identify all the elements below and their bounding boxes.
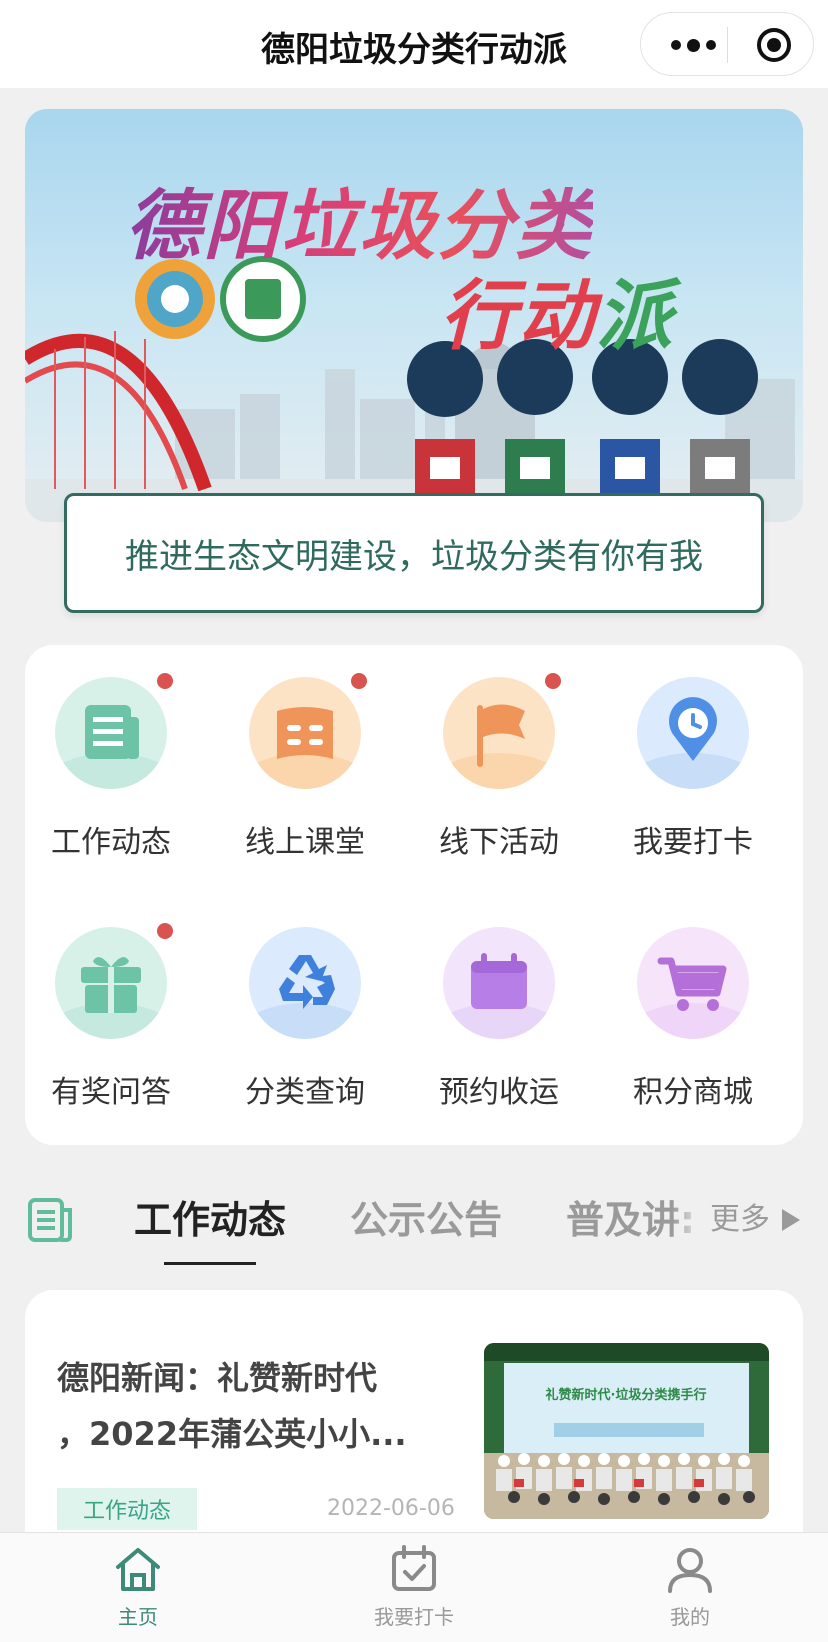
news-list-item[interactable]: 德阳新闻：礼赞新时代 ，2022年蒲公英小小... 工作动态 2022-06-0…: [25, 1290, 803, 1570]
feature-grid: 工作动态 线上课堂 线下活动 我要打卡 有奖问答 分类查询 预约收运 积分商城: [25, 645, 803, 1145]
grid-item-offline-activity[interactable]: 线下活动: [413, 645, 607, 865]
news-section-icon: [28, 1198, 72, 1242]
nav-bar: 德阳垃圾分类行动派: [0, 0, 828, 88]
recycle-icon: [249, 927, 361, 1039]
cart-icon: [637, 927, 749, 1039]
news-icon: [55, 677, 167, 789]
grid-item-check-in[interactable]: 我要打卡: [607, 645, 801, 865]
grid-item-label: 积分商城: [633, 1075, 753, 1110]
miniprogram-capsule: [640, 12, 814, 76]
grid-item-category-search[interactable]: 分类查询: [219, 895, 413, 1115]
notification-dot: [351, 673, 367, 689]
grid-item-online-class[interactable]: 线上课堂: [219, 645, 413, 865]
news-thumbnail: 礼赞新时代·垃圾分类携手行: [484, 1343, 769, 1519]
tabbar-check-in[interactable]: 我要打卡: [344, 1533, 484, 1642]
calendar-icon: [443, 927, 555, 1039]
bottom-tab-bar: 主页 我要打卡 我的: [0, 1532, 828, 1642]
notification-dot: [545, 673, 561, 689]
more-button[interactable]: 更多: [672, 1180, 828, 1260]
capsule-separator: [727, 27, 728, 63]
close-miniprogram-icon[interactable]: [755, 26, 793, 64]
tab-public-notice[interactable]: 公示公告: [350, 1180, 502, 1270]
grid-item-label: 有奖问答: [51, 1075, 171, 1110]
grid-item-label: 分类查询: [245, 1075, 365, 1110]
grid-item-label: 线上课堂: [245, 825, 365, 860]
tabbar-label: 我要打卡: [374, 1605, 454, 1629]
more-icon[interactable]: [663, 27, 723, 63]
user-icon: [668, 1548, 712, 1593]
news-category-tag: 工作动态: [57, 1488, 197, 1530]
grid-item-label: 线下活动: [439, 825, 559, 860]
more-label: 更多: [710, 1202, 770, 1237]
tabbar-label: 主页: [118, 1605, 158, 1629]
book-icon: [249, 677, 361, 789]
banner-title-line2: 行动派: [440, 254, 674, 364]
news-title: 德阳新闻：礼赞新时代 ，2022年蒲公英小小...: [57, 1350, 437, 1462]
news-title-line1: 德阳新闻：礼赞新时代: [57, 1359, 378, 1397]
thumb-caption: 礼赞新时代·垃圾分类携手行: [546, 1387, 707, 1403]
location-clock-icon: [637, 677, 749, 789]
tab-work-news[interactable]: 工作动态: [134, 1180, 286, 1270]
calendar-check-icon: [392, 1545, 436, 1591]
arrow-right-icon: [782, 1209, 800, 1231]
grid-item-label: 我要打卡: [633, 825, 753, 860]
notification-dot: [157, 673, 173, 689]
grid-item-quiz[interactable]: 有奖问答: [25, 895, 219, 1115]
tabbar-profile[interactable]: 我的: [620, 1533, 760, 1642]
grid-item-pickup-booking[interactable]: 预约收运: [413, 895, 607, 1115]
news-tabs: 工作动态 公示公告 普及讲: 更多: [0, 1180, 828, 1270]
news-title-line2: ，2022年蒲公英小小...: [57, 1415, 407, 1453]
gift-icon: [55, 927, 167, 1039]
banner-carousel[interactable]: 德阳垃圾分类 行动派: [25, 109, 803, 522]
grid-item-label: 预约收运: [439, 1075, 559, 1110]
news-date: 2022-06-06: [327, 1496, 455, 1521]
active-tab-indicator: [164, 1262, 256, 1265]
grid-item-label: 工作动态: [51, 825, 171, 860]
tabbar-home[interactable]: 主页: [68, 1533, 208, 1642]
tabbar-label: 我的: [670, 1605, 710, 1629]
notification-dot: [157, 923, 173, 939]
slogan-box: 推进生态文明建设，垃圾分类有你有我: [64, 493, 764, 613]
grid-item-work-news[interactable]: 工作动态: [25, 645, 219, 865]
grid-item-points-mall[interactable]: 积分商城: [607, 895, 801, 1115]
home-icon: [116, 1548, 160, 1591]
banner-title-pai: 派: [596, 271, 674, 360]
flag-icon: [443, 677, 555, 789]
banner-title-action: 行动: [440, 271, 596, 360]
